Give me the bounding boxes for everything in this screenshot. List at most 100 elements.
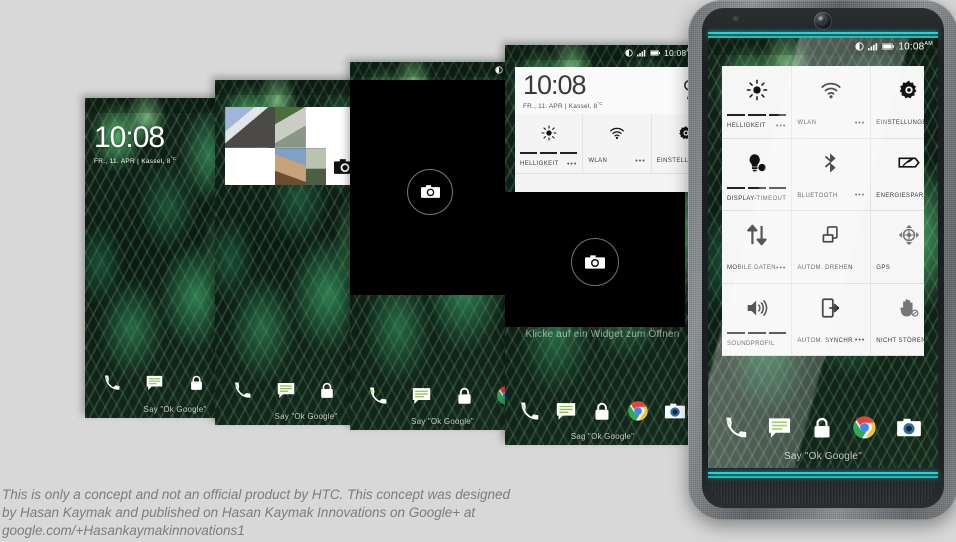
message-icon[interactable] <box>277 382 295 399</box>
status-bar: 10:08AM <box>505 45 700 60</box>
brightness-icon <box>515 114 582 152</box>
phone-icon[interactable] <box>725 417 747 439</box>
do-not-disturb-icon <box>495 65 503 74</box>
bluetooth-icon <box>792 139 870 187</box>
brightness-icon <box>722 66 791 114</box>
gps-icon <box>871 211 924 259</box>
qs-tile-energiesparm[interactable]: ENERGIESPARM.••• <box>871 139 924 211</box>
powersave-icon <box>871 139 924 187</box>
qs-tile-label: GPS <box>876 265 891 271</box>
phone-screen[interactable]: 10:08AM HELLIGKEIT ••• WLAN ••• EINSTELLUNGE… <box>708 38 938 468</box>
qs-tile-helligkeit[interactable]: HELLIGKEIT ••• <box>515 114 584 175</box>
qs-tile-nicht-st-ren[interactable]: NICHT STÖREN••• <box>871 284 924 356</box>
qs-tile-label: WLAN <box>797 120 817 126</box>
qs-tile-label: DISPLAY-TIMEOUT <box>727 195 787 202</box>
camera-widget-button[interactable] <box>407 168 453 215</box>
donotdisturb-icon <box>871 284 924 332</box>
photo-gallery-widget[interactable] <box>225 107 365 185</box>
qs-tile-label: NICHT STÖREN <box>876 337 924 344</box>
photo-tile[interactable] <box>225 107 276 148</box>
lock-icon[interactable] <box>190 375 203 391</box>
clock-widget[interactable]: 10:08 FR., 11. APR | Kassel, 8°C <box>94 123 177 165</box>
signal-icon <box>637 49 646 56</box>
home-screen-4-quick-settings[interactable]: 10:08AM 10:08 FR., 11. APR | Kassel, 8°C… <box>505 45 700 445</box>
caption-line-2: by Hasan Kaymak and published on Hasan K… <box>2 505 476 520</box>
photo-tile[interactable] <box>306 147 326 185</box>
clock-date: FR., 11. APR | Kassel, 8°C <box>94 155 177 165</box>
chrome-icon[interactable] <box>627 401 648 421</box>
qs-tile-label: ENERGIESPARM. <box>876 192 924 199</box>
qs-tile-label: BLUETOOTH <box>797 192 838 199</box>
qs-tile-autom-drehen[interactable]: AUTOM. DREHEN <box>792 211 872 284</box>
chrome-icon[interactable] <box>852 416 876 439</box>
qs-tile-label-row: AUTOM. DREHEN <box>792 259 870 277</box>
qs-clock-time: 10:08 <box>523 70 587 100</box>
qs-tile-label-row: AUTOM. SYNCHR. ••• <box>792 332 870 350</box>
qs-tile-label-row: EINSTELLUNGEN <box>871 114 924 132</box>
qs-tile-label-row: WLAN ••• <box>583 152 650 170</box>
qs-tile-label-row: HELLIGKEIT ••• <box>515 155 582 173</box>
qs-tile-autom-synchr[interactable]: AUTOM. SYNCHR. ••• <box>792 283 872 356</box>
proximity-sensor <box>732 16 741 22</box>
photo-tile[interactable] <box>275 147 307 185</box>
phone-device: 10:08AM HELLIGKEIT ••• WLAN ••• EINSTELLUNGE… <box>688 0 956 520</box>
qs-tile-overflow-dots[interactable]: ••• <box>855 120 865 127</box>
qs-tile-overflow-dots[interactable]: ••• <box>776 123 786 130</box>
phone-icon[interactable] <box>104 374 120 391</box>
status-icons <box>625 48 661 57</box>
message-icon[interactable] <box>412 387 431 405</box>
message-icon[interactable] <box>146 375 163 391</box>
message-icon[interactable] <box>556 402 576 421</box>
qs-tile-label-row: SOUNDPROFIL <box>722 335 791 353</box>
wifi-icon <box>583 114 650 152</box>
qs-tile-wlan[interactable]: WLAN ••• <box>792 66 872 139</box>
qs-tile-label: EINSTELLUNGEN <box>876 120 924 126</box>
lock-icon[interactable] <box>813 417 831 439</box>
qs-tile-label-row: DISPLAY-TIMEOUT <box>722 190 791 208</box>
lock-icon[interactable] <box>594 402 610 421</box>
qs-tile-bluetooth[interactable]: BLUETOOTH ••• <box>792 138 872 211</box>
qs-tile-soundprofil[interactable]: SOUNDPROFIL <box>722 283 793 356</box>
quick-settings-panel[interactable]: 10:08 FR., 11. APR | Kassel, 8°C HELLIGK… <box>515 67 700 192</box>
phone-icon[interactable] <box>520 402 539 421</box>
volume-icon <box>722 284 791 332</box>
status-bar: 10:08AM <box>708 38 938 55</box>
qs-tile-einstellungen[interactable]: EINSTELLUNGEN <box>871 66 924 139</box>
qs-tile-display-timeout[interactable]: DISPLAY-TIMEOUT <box>722 138 793 211</box>
qs-tile-overflow-dots[interactable]: ••• <box>855 337 865 344</box>
accent-line-top <box>708 32 938 34</box>
qs-tile-grid: HELLIGKEIT ••• WLAN ••• EINSTELLUNGEN DISPLAY… <box>722 66 924 356</box>
mobiledata-icon <box>722 211 791 259</box>
photo-tile[interactable] <box>275 107 307 148</box>
phone-icon[interactable] <box>234 381 251 399</box>
widget-open-hint: Klicke auf ein Widget zum Öffnen <box>525 329 680 340</box>
qs-tile-helligkeit[interactable]: HELLIGKEIT ••• <box>722 66 793 139</box>
do-not-disturb-icon <box>855 42 864 51</box>
qs-tile-overflow-dots[interactable]: ••• <box>635 158 645 165</box>
qs-tile-mobile-daten[interactable]: MOBILE DATEN ••• <box>722 211 793 284</box>
qs-tile-wlan[interactable]: WLAN ••• <box>583 114 652 175</box>
autorotate-icon <box>792 211 870 259</box>
qs-tile-label: SOUNDPROFIL <box>727 340 775 347</box>
qs-tile-overflow-dots[interactable]: ••• <box>855 192 865 199</box>
widget-picker-pane[interactable] <box>350 80 510 295</box>
accent-line-bottom <box>708 472 938 474</box>
camera-icon[interactable] <box>665 403 686 419</box>
lock-icon[interactable] <box>457 387 472 405</box>
camera-widget-button[interactable] <box>571 238 619 287</box>
qs-tile-overflow-dots[interactable]: ••• <box>567 161 577 168</box>
qs-tile-gps[interactable]: GPS••• <box>871 211 924 284</box>
widget-picker-pane[interactable] <box>505 192 685 327</box>
qs-tile-overflow-dots[interactable]: ••• <box>776 265 786 272</box>
phone-icon[interactable] <box>369 387 387 405</box>
message-icon[interactable] <box>768 417 791 439</box>
qs-tile-label-row: ENERGIESPARM.••• <box>871 187 924 205</box>
bottom-speaker-grille <box>710 482 936 504</box>
ok-google-hint: Sag "Ok Google" <box>570 432 635 441</box>
ok-google-hint: Say "Ok Google" <box>784 451 862 462</box>
lock-icon[interactable] <box>320 382 334 399</box>
qs-tile-label: MOBILE DATEN <box>727 265 777 271</box>
qs-tile-label: HELLIGKEIT <box>520 161 559 168</box>
camera-icon[interactable] <box>897 418 922 437</box>
quick-settings-panel[interactable]: HELLIGKEIT ••• WLAN ••• EINSTELLUNGEN DISPLAY… <box>722 66 924 356</box>
